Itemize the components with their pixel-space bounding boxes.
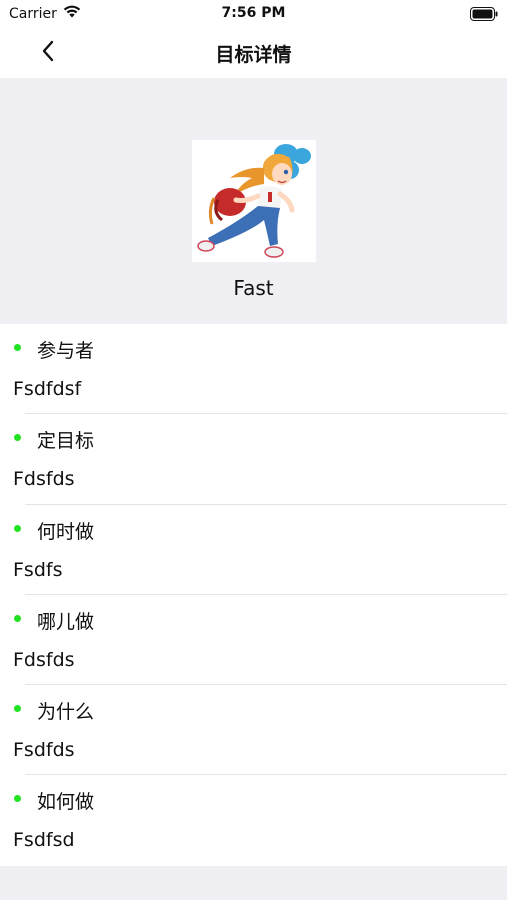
item-label: 为什么 — [37, 701, 95, 724]
item-value: Fsdfds — [13, 739, 75, 762]
list-item: 如何做 Fsdfsd — [0, 775, 507, 865]
list-item: 为什么 Fsdfds — [0, 685, 507, 776]
item-label: 定目标 — [37, 430, 95, 453]
item-value: Fdsfds — [13, 468, 75, 491]
list-item: 何时做 Fsdfs — [0, 505, 507, 595]
item-label: 何时做 — [37, 520, 95, 543]
list-item: 参与者 Fsdfdsf — [0, 324, 507, 415]
item-label: 参与者 — [37, 340, 95, 362]
status-bar: Carrier 7:56 PM — [0, 0, 507, 28]
list-item: 定目标 Fdsfds — [0, 414, 507, 505]
status-time: 7:56 PM — [221, 5, 286, 21]
bullet-dot-icon — [14, 614, 21, 622]
item-label: 如何做 — [37, 791, 95, 814]
bullet-dot-icon — [14, 795, 21, 803]
item-value: Fdsfds — [13, 648, 75, 671]
goal-header: Fast — [0, 78, 507, 324]
item-value: Fsdfdsf — [13, 378, 82, 400]
goal-name: Fast — [233, 276, 274, 300]
list-item: 哪儿做 Fdsfds — [0, 595, 507, 686]
navigation-bar: 目标详情 — [0, 28, 507, 78]
cartoon-girl-avatar — [197, 144, 311, 258]
detail-list: 参与者 Fsdfdsf 定目标 Fdsfds 何时做 Fsdfs 哪儿做 Fds… — [0, 324, 507, 866]
bullet-dot-icon — [14, 705, 21, 713]
bullet-dot-icon — [14, 434, 21, 442]
bullet-dot-icon — [14, 344, 21, 351]
item-value: Fsdfsd — [13, 829, 75, 852]
page-title: 目标详情 — [215, 44, 292, 66]
bullet-dot-icon — [14, 524, 21, 532]
item-label: 哪儿做 — [37, 610, 95, 633]
avatar — [192, 140, 316, 262]
item-value: Fsdfs — [13, 558, 63, 581]
battery-icon — [470, 6, 498, 25]
